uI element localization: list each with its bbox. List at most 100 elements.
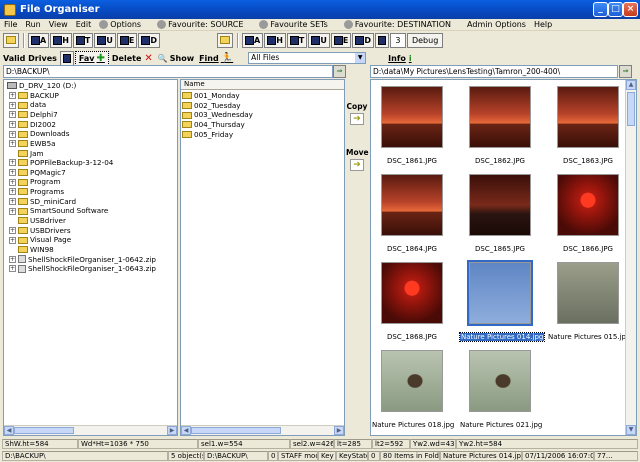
menu-file[interactable]: File (4, 20, 17, 29)
dest-drive-e-button[interactable]: E (330, 32, 352, 48)
source-drive-a-button[interactable]: A (28, 32, 50, 48)
tree-item[interactable]: + ShellShockFileOrganiser_1-0642.zip (5, 255, 177, 265)
menu-edit[interactable]: Edit (76, 20, 92, 29)
expand-icon[interactable]: + (9, 169, 16, 177)
info-button[interactable]: Info i (388, 54, 411, 63)
tree-item[interactable]: + Delphi7 (5, 110, 177, 120)
dest-up-folder-button[interactable] (216, 32, 233, 48)
expand-icon[interactable]: + (9, 265, 16, 273)
folder-tree-pane[interactable]: D_DRV_120 (D:) + BACKUP + data + Delphi7 + DI200… (3, 79, 178, 436)
list-horizontal-scrollbar[interactable]: ◀ ▶ (181, 425, 344, 435)
expand-icon[interactable]: + (9, 140, 16, 148)
thumbnail-item[interactable]: DSC_1868.JPG (372, 262, 452, 341)
source-drive-h-button[interactable]: H (50, 32, 72, 48)
thumbnail-item[interactable]: DSC_1862.JPG (460, 86, 540, 165)
tree-item[interactable]: + USBDrivers (5, 226, 177, 236)
expand-icon[interactable]: + (9, 159, 16, 167)
tree-item[interactable]: + PQMagic7 (5, 168, 177, 178)
tree-item[interactable]: + EWB5a (5, 139, 177, 149)
tree-item[interactable]: + SmartSound Software (5, 206, 177, 216)
source-drive-t-button[interactable]: T (72, 32, 94, 48)
thumbnail-item[interactable]: Nature Pictures 018.jpg (372, 350, 454, 429)
debug-button[interactable]: Debug (406, 32, 444, 48)
expand-icon[interactable]: + (9, 188, 16, 196)
tree-item[interactable]: + POPFileBackup-3-12-04 (5, 158, 177, 168)
move-button[interactable]: Move ➔ (346, 148, 369, 171)
thumbnail-item[interactable]: Nature Pictures 014.jpg (458, 260, 546, 342)
tree-item[interactable]: D_DRV_120 (D:) (5, 81, 177, 91)
expand-icon[interactable]: + (9, 207, 16, 215)
thumbnail-item[interactable]: DSC_1863.JPG (548, 86, 628, 165)
tree-item[interactable]: USBdriver (5, 216, 177, 226)
list-item[interactable]: 002_Tuesday (182, 101, 344, 111)
column-header-name[interactable]: Name (181, 80, 344, 90)
expand-icon[interactable]: + (9, 120, 16, 128)
dest-drive-a-button[interactable]: A (241, 32, 264, 48)
list-item[interactable]: 004_Thursday (182, 120, 344, 130)
menu-run[interactable]: Run (25, 20, 40, 29)
source-path-input[interactable]: D:\BACKUP\ (3, 65, 333, 78)
dest-drive-h-button[interactable]: H (264, 32, 286, 48)
tree-item[interactable]: + SD_miniCard (5, 197, 177, 207)
source-drive-d-button[interactable]: D (138, 32, 160, 48)
fav-button[interactable]: Fav ✚ (74, 50, 109, 66)
file-filter-select[interactable]: All Files ▼ (248, 52, 367, 64)
scroll-down-button[interactable]: ▼ (626, 425, 636, 435)
find-button[interactable]: Find 🏃 (197, 51, 235, 66)
scroll-right-button[interactable]: ▶ (167, 426, 177, 435)
dest-drive-d-button[interactable]: D (352, 32, 374, 48)
expand-icon[interactable]: + (9, 101, 16, 109)
tree-item[interactable]: + data (5, 100, 177, 110)
menu-favourite-destination[interactable]: Favourite: DESTINATION (343, 20, 459, 29)
destination-path-input[interactable]: D:\data\My Pictures\LensTesting\Tamron_2… (370, 65, 618, 78)
destination-go-button[interactable]: ⇒ (619, 65, 632, 78)
minimize-button[interactable]: _ (593, 2, 608, 17)
thumbnail-item[interactable]: DSC_1866.JPG (548, 174, 628, 253)
tree-horizontal-scrollbar[interactable]: ◀ ▶ (4, 425, 177, 435)
source-up-folder-button[interactable] (3, 32, 19, 48)
copy-button[interactable]: Copy ➔ (346, 102, 368, 125)
file-list-pane[interactable]: Name 001_Monday 002_Tuesday 003_Wednesday 0… (180, 79, 345, 436)
scroll-thumb[interactable] (627, 92, 635, 126)
expand-icon[interactable]: + (9, 226, 16, 234)
expand-icon[interactable]: + (9, 236, 16, 244)
menu-favourite-source[interactable]: Favourite: SOURCE (157, 20, 251, 29)
tree-item[interactable]: + Programs (5, 187, 177, 197)
tree-item[interactable]: Jam (5, 148, 177, 158)
dest-drive-t-button[interactable]: T (286, 32, 308, 48)
close-button[interactable]: × (623, 2, 638, 17)
scroll-right-button[interactable]: ▶ (334, 426, 344, 435)
valid-drives-button[interactable] (59, 50, 74, 66)
thumbnail-vertical-scrollbar[interactable]: ▲ ▼ (625, 80, 636, 435)
list-item[interactable]: 005_Friday (182, 130, 344, 140)
list-item[interactable]: 003_Wednesday (182, 110, 344, 120)
show-button[interactable]: 🔍 Show (156, 51, 196, 66)
expand-icon[interactable]: + (9, 178, 16, 186)
menu-admin-options[interactable]: Admin Options (467, 20, 526, 29)
source-drive-u-button[interactable]: U (94, 32, 116, 48)
scroll-left-button[interactable]: ◀ (4, 426, 14, 435)
expand-icon[interactable]: + (9, 255, 16, 263)
scroll-left-button[interactable]: ◀ (181, 426, 191, 435)
source-go-button[interactable]: ⇒ (333, 65, 346, 78)
counter-field[interactable]: 3 (389, 32, 406, 48)
expand-icon[interactable]: + (9, 91, 16, 99)
menu-view[interactable]: View (49, 20, 68, 29)
dest-drive-u-button[interactable]: U (308, 32, 330, 48)
tree-item[interactable]: + BACKUP (5, 91, 177, 101)
thumbnail-item[interactable]: DSC_1861.JPG (372, 86, 452, 165)
source-drive-e-button[interactable]: E (116, 32, 138, 48)
tree-item[interactable]: + Visual Page (5, 235, 177, 245)
thumbnail-item[interactable]: Nature Pictures 021.jpg (460, 350, 542, 429)
thumbnail-item[interactable]: DSC_1864.JPG (372, 174, 452, 253)
scroll-thumb[interactable] (14, 427, 74, 434)
thumbnail-item[interactable]: DSC_1865.JPG (460, 174, 540, 253)
maximize-button[interactable]: □ (608, 2, 623, 17)
tree-item[interactable]: + Program (5, 177, 177, 187)
expand-icon[interactable]: + (9, 198, 16, 205)
thumbnail-pane[interactable]: DSC_1861.JPG DSC_1862.JPG DSC_1863.JPG DSC_… (370, 79, 637, 436)
tree-item[interactable]: WIN98 (5, 245, 177, 255)
scroll-thumb[interactable] (191, 427, 281, 434)
list-item[interactable]: 001_Monday (182, 91, 344, 101)
delete-button[interactable]: Delete ✕ (110, 51, 155, 66)
